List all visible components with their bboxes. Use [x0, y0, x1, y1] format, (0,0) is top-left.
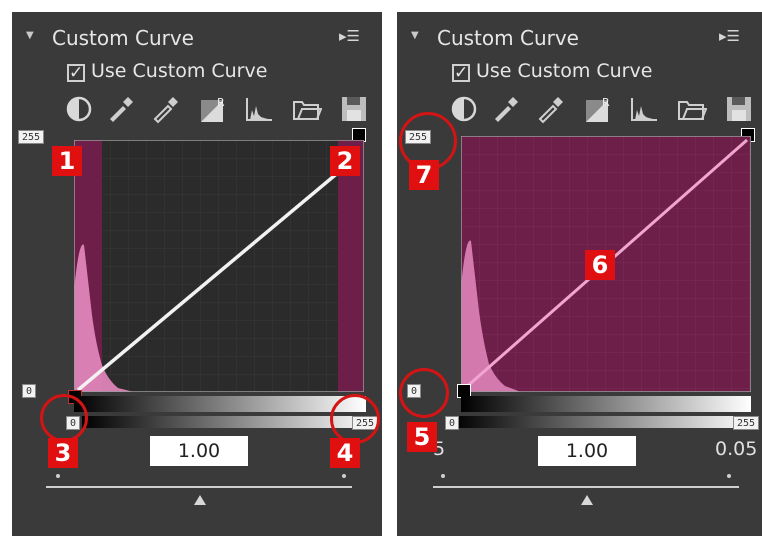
black-eyedropper-icon[interactable] — [104, 94, 134, 124]
output-max-chip[interactable]: 255 — [733, 416, 760, 430]
checkbox-label: Use Custom Curve — [476, 60, 653, 82]
white-eyedropper-icon[interactable] — [149, 94, 179, 124]
callout-ring-5 — [399, 368, 449, 418]
slider-tick-left — [441, 474, 445, 478]
custom-curve-panel-left: ▼ Custom Curve ▸☰ ✓ Use Custom Curve R 2… — [12, 12, 382, 536]
gamma-input[interactable]: 1.00 — [150, 436, 248, 466]
output-high-value: 0.05 — [715, 438, 758, 460]
callout-ring-3 — [40, 394, 88, 442]
open-folder-icon[interactable] — [677, 94, 708, 124]
input-max-chip[interactable]: 255 — [18, 130, 45, 144]
callout-1: 1 — [52, 146, 82, 176]
gamma-slider-track[interactable] — [46, 486, 352, 488]
contrast-icon[interactable] — [64, 94, 94, 124]
highlight-clip-region — [338, 140, 364, 392]
panel-header[interactable]: ▼ Custom Curve ▸☰ — [397, 26, 762, 54]
svg-text:R: R — [602, 96, 610, 109]
reset-icon[interactable]: R — [199, 94, 229, 124]
callout-3: 3 — [48, 438, 78, 468]
panel-title: Custom Curve — [437, 26, 579, 50]
open-folder-icon[interactable] — [292, 94, 323, 124]
checkbox-box[interactable]: ✓ — [67, 64, 85, 82]
gamma-slider-thumb[interactable] — [581, 495, 593, 505]
curve-plot[interactable] — [74, 140, 364, 392]
panel-divider — [382, 0, 397, 536]
slider-tick-right — [342, 474, 346, 478]
collapse-triangle-icon[interactable]: ▼ — [411, 30, 419, 41]
save-icon[interactable] — [724, 94, 754, 124]
input-min-chip[interactable]: 0 — [22, 384, 37, 398]
callout-2: 2 — [330, 146, 360, 176]
contrast-icon[interactable] — [449, 94, 479, 124]
reset-icon[interactable]: R — [584, 94, 614, 124]
checkbox-box[interactable]: ✓ — [452, 64, 470, 82]
gamma-input[interactable]: 1.00 — [538, 436, 636, 466]
gamma-slider-thumb[interactable] — [194, 495, 206, 505]
callout-6: 6 — [585, 250, 615, 280]
input-gradient-bar — [453, 416, 753, 428]
output-gradient-bar — [461, 396, 751, 412]
panel-menu-icon[interactable]: ▸☰ — [339, 27, 360, 45]
histogram-icon[interactable] — [244, 94, 274, 124]
black-eyedropper-icon[interactable] — [489, 94, 519, 124]
output-gradient-bar — [74, 396, 366, 412]
panel-header[interactable]: ▼ Custom Curve ▸☰ — [12, 26, 382, 54]
histogram-icon[interactable] — [629, 94, 659, 124]
callout-4: 4 — [330, 438, 360, 468]
gamma-slider-track[interactable] — [433, 486, 739, 488]
output-min-chip[interactable]: 0 — [445, 416, 460, 430]
callout-7: 7 — [409, 160, 439, 190]
slider-tick-right — [727, 474, 731, 478]
panel-title: Custom Curve — [52, 26, 194, 50]
callout-ring-4 — [330, 394, 380, 444]
panel-menu-icon[interactable]: ▸☰ — [719, 27, 740, 45]
slider-tick-left — [56, 474, 60, 478]
save-icon[interactable] — [339, 94, 369, 124]
svg-text:R: R — [217, 96, 225, 109]
checkbox-label: Use Custom Curve — [91, 60, 268, 82]
white-eyedropper-icon[interactable] — [534, 94, 564, 124]
collapse-triangle-icon[interactable]: ▼ — [26, 30, 34, 41]
custom-curve-panel-right: ▼ Custom Curve ▸☰ ✓ Use Custom Curve R 2… — [397, 12, 762, 536]
callout-5: 5 — [407, 422, 437, 452]
